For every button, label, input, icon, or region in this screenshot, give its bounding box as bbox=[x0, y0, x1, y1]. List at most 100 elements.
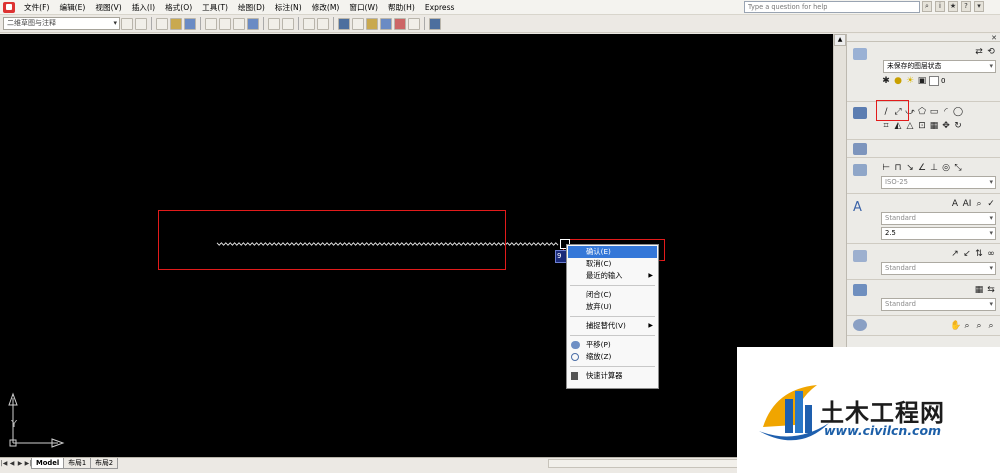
text-height-select[interactable]: 2.5 bbox=[881, 227, 996, 240]
properties-icon[interactable] bbox=[338, 17, 350, 30]
add-leader-icon[interactable]: ↗ bbox=[950, 249, 960, 259]
table-icon[interactable] bbox=[853, 284, 867, 296]
menu-item-enter[interactable]: 确认(E) bbox=[568, 246, 657, 258]
window-menu-icon[interactable]: ▾ bbox=[974, 1, 984, 12]
sheet-set-icon[interactable] bbox=[380, 17, 392, 30]
linear-dim-icon[interactable]: ⊢ bbox=[881, 163, 891, 173]
tab-prev-icon[interactable]: ◀ bbox=[8, 459, 16, 468]
new-file-icon[interactable] bbox=[156, 17, 168, 30]
markup-icon[interactable] bbox=[394, 17, 406, 30]
insert-table-icon[interactable]: ▦ bbox=[974, 285, 984, 295]
single-text-icon[interactable]: AI bbox=[962, 199, 972, 209]
align-leader-icon[interactable]: ⇅ bbox=[974, 249, 984, 259]
match-properties-icon[interactable] bbox=[268, 17, 280, 30]
radius-dim-icon[interactable]: ◎ bbox=[941, 163, 951, 173]
menu-insert[interactable]: 插入(I) bbox=[127, 0, 160, 15]
current-layer-name[interactable]: 0 bbox=[941, 77, 945, 85]
menu-item-undo[interactable]: 放弃(U) bbox=[568, 301, 657, 313]
region-icon[interactable]: ⊡ bbox=[917, 121, 927, 131]
arc-icon[interactable]: ◜ bbox=[941, 107, 951, 117]
menu-express[interactable]: Express bbox=[420, 0, 460, 15]
sun-icon[interactable]: ☀ bbox=[905, 76, 915, 86]
layer-state-select[interactable]: 未保存的图层状态 bbox=[883, 60, 996, 73]
aligned-dim-icon[interactable]: ⊓ bbox=[893, 163, 903, 173]
angular-dim-icon[interactable]: ∠ bbox=[917, 163, 927, 173]
workspace-save-icon[interactable] bbox=[135, 17, 147, 30]
menu-item-pan[interactable]: 平移(P) bbox=[568, 339, 657, 351]
dim-style-select[interactable]: ISO-25 bbox=[881, 176, 996, 189]
publish-icon[interactable] bbox=[233, 17, 245, 30]
menu-item-quickcalc[interactable]: 快速计算器 bbox=[568, 370, 657, 382]
tab-first-icon[interactable]: |◀ bbox=[0, 459, 8, 468]
mtext-icon[interactable]: A bbox=[950, 199, 960, 209]
tab-model[interactable]: Model bbox=[31, 458, 65, 469]
info-icon[interactable]: i bbox=[935, 1, 945, 12]
layer-color-swatch[interactable] bbox=[929, 76, 939, 86]
drawing-canvas[interactable]: 9 Y X bbox=[0, 34, 833, 457]
zoom-realtime-icon[interactable]: ⌕ bbox=[962, 321, 972, 331]
array-icon[interactable]: ▦ bbox=[929, 121, 939, 131]
text-style-select[interactable]: Standard bbox=[881, 212, 996, 225]
help-icon[interactable] bbox=[429, 17, 441, 30]
app-logo-icon[interactable] bbox=[3, 1, 15, 13]
menu-dimension[interactable]: 标注(N) bbox=[270, 0, 307, 15]
menu-item-zoom[interactable]: 缩放(Z) bbox=[568, 351, 657, 363]
tab-layout2[interactable]: 布局2 bbox=[90, 458, 119, 469]
redo-icon[interactable] bbox=[317, 17, 329, 30]
menu-window[interactable]: 窗口(W) bbox=[344, 0, 383, 15]
design-center-icon[interactable] bbox=[352, 17, 364, 30]
workspace-settings-icon[interactable] bbox=[121, 17, 133, 30]
spell-check-icon[interactable]: ✓ bbox=[986, 199, 996, 209]
collect-leader-icon[interactable]: ∞ bbox=[986, 249, 996, 259]
pan-realtime-icon[interactable]: ✋ bbox=[950, 321, 961, 331]
mleader-style-select[interactable]: Standard bbox=[881, 262, 996, 275]
menu-item-snap-overrides[interactable]: 捕捉替代(V) ▶ bbox=[568, 320, 657, 332]
tab-next-icon[interactable]: ▶ bbox=[16, 459, 24, 468]
zoom-window-icon[interactable]: ⌕ bbox=[974, 321, 984, 331]
menu-item-cancel[interactable]: 取消(C) bbox=[568, 258, 657, 270]
light-bulb-icon[interactable]: ● bbox=[893, 76, 903, 86]
menu-tools[interactable]: 工具(T) bbox=[197, 0, 233, 15]
menu-file[interactable]: 文件(F) bbox=[19, 0, 54, 15]
tool-palettes-icon[interactable] bbox=[366, 17, 378, 30]
undo-icon[interactable] bbox=[303, 17, 315, 30]
menu-item-recent-input[interactable]: 最近的输入 ▶ bbox=[568, 270, 657, 282]
zoom-extents-icon[interactable]: ⌕ bbox=[986, 321, 996, 331]
block-editor-icon[interactable] bbox=[282, 17, 294, 30]
print-icon[interactable] bbox=[205, 17, 217, 30]
layer-previous-icon[interactable]: ⟲ bbox=[986, 47, 996, 57]
layer-states-icon[interactable]: ⇄ bbox=[974, 47, 984, 57]
hatch-icon[interactable]: ⌗ bbox=[881, 121, 891, 131]
menu-item-close[interactable]: 闭合(C) bbox=[568, 289, 657, 301]
layer-match-icon[interactable]: ✱ bbox=[881, 76, 891, 86]
table-style-select[interactable]: Standard bbox=[881, 298, 996, 311]
remove-leader-icon[interactable]: ↙ bbox=[962, 249, 972, 259]
menu-help[interactable]: 帮助(H) bbox=[383, 0, 420, 15]
menu-edit[interactable]: 编辑(E) bbox=[54, 0, 90, 15]
polygon-icon[interactable]: ⬠ bbox=[917, 107, 927, 117]
find-text-icon[interactable]: ⌕ bbox=[974, 199, 984, 209]
print-preview-icon[interactable] bbox=[219, 17, 231, 30]
link-data-icon[interactable]: ⇆ bbox=[986, 285, 996, 295]
lock-icon[interactable]: ▣ bbox=[917, 76, 927, 86]
scroll-up-icon[interactable]: ▲ bbox=[834, 34, 846, 46]
gradient-icon[interactable]: ◭ bbox=[893, 121, 903, 131]
continue-dim-icon[interactable]: ⊥ bbox=[929, 163, 939, 173]
quickcalc-icon[interactable] bbox=[408, 17, 420, 30]
2d-draw-icon[interactable] bbox=[853, 107, 867, 119]
star-icon[interactable]: ★ bbox=[948, 1, 958, 12]
text-icon[interactable]: A bbox=[853, 201, 867, 214]
navigate-icon[interactable] bbox=[853, 319, 867, 331]
open-folder-icon[interactable] bbox=[170, 17, 182, 30]
menu-draw[interactable]: 绘图(D) bbox=[233, 0, 270, 15]
3d-make-icon[interactable] bbox=[853, 143, 867, 155]
menu-format[interactable]: 格式(O) bbox=[160, 0, 197, 15]
menu-modify[interactable]: 修改(M) bbox=[307, 0, 345, 15]
rotate-icon[interactable]: ↻ bbox=[953, 121, 963, 131]
dimension-icon[interactable] bbox=[853, 164, 867, 176]
close-icon[interactable]: ✕ bbox=[991, 34, 997, 42]
move-icon[interactable]: ✥ bbox=[941, 121, 951, 131]
multileader-icon[interactable] bbox=[853, 250, 867, 262]
boundary-icon[interactable]: △ bbox=[905, 121, 915, 131]
layers-icon[interactable] bbox=[853, 48, 867, 60]
